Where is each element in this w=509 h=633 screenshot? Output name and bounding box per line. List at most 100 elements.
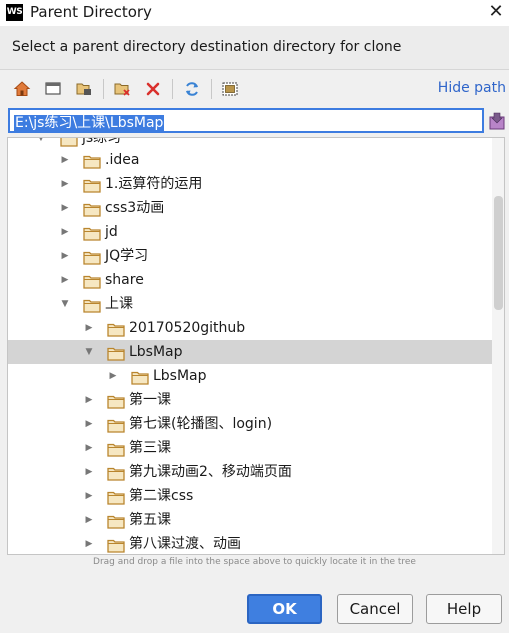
delete-button[interactable]: [142, 78, 164, 100]
collapsed-arrow-icon[interactable]: ▶: [84, 388, 94, 412]
expanded-arrow-icon[interactable]: ▼: [60, 292, 70, 316]
path-history-button[interactable]: [488, 111, 506, 131]
tree-node-label: 上课: [105, 296, 133, 312]
tree-node-label: 第三课: [129, 440, 171, 456]
tree-node[interactable]: ▶ LbsMap: [8, 364, 492, 388]
folder-icon: [107, 345, 125, 361]
folder-icon: [83, 273, 101, 289]
project-button[interactable]: [73, 78, 95, 100]
collapsed-arrow-icon[interactable]: ▶: [84, 484, 94, 508]
folder-icon: [83, 249, 101, 265]
drag-drop-hint: Drag and drop a file into the space abov…: [93, 557, 416, 567]
tree-node[interactable]: ▶ 20170520github: [8, 316, 492, 340]
tree-node-label: LbsMap: [153, 368, 207, 384]
refresh-icon: [186, 82, 198, 96]
tree-node[interactable]: ▼ LbsMap: [8, 340, 492, 364]
scrollbar-thumb[interactable]: [494, 196, 503, 310]
tree-node-label: 第九课动画2、移动端页面: [129, 464, 292, 480]
path-input[interactable]: E:\js练习\上课\LbsMap: [8, 108, 484, 133]
refresh-button[interactable]: [181, 78, 203, 100]
tree-node[interactable]: ▼ 上课: [8, 292, 492, 316]
collapsed-arrow-icon[interactable]: ▶: [84, 412, 94, 436]
dialog-description: Select a parent directory destination di…: [0, 26, 509, 70]
tree-node[interactable]: ▶ 第九课动画2、移动端页面: [8, 460, 492, 484]
tree-node-label: 第八课过渡、动画: [129, 536, 241, 552]
folder-icon: [107, 513, 125, 529]
tree-node-label: 1.运算符的运用: [105, 176, 203, 192]
description-text: Select a parent directory destination di…: [12, 39, 402, 55]
folder-icon: [107, 489, 125, 505]
folder-icon: [107, 417, 125, 433]
tree-node[interactable]: ▶ css3动画: [8, 196, 492, 220]
collapsed-arrow-icon[interactable]: ▶: [84, 460, 94, 484]
tree-node[interactable]: ▶ 第一课: [8, 388, 492, 412]
toolbar: Hide path: [0, 75, 509, 103]
folder-icon: [107, 321, 125, 337]
toolbar-separator: [211, 79, 212, 99]
directory-tree[interactable]: ▼ js练习 ▶ .idea ▶ 1.运算符的运用 ▶ css3动画 ▶ jd ▶ JQ学习 ▶ shar…: [7, 137, 505, 555]
folder-icon: [107, 537, 125, 553]
collapsed-arrow-icon[interactable]: ▶: [60, 172, 70, 196]
folder-icon: [131, 369, 149, 385]
folder-icon: [107, 441, 125, 457]
project-icon: [76, 83, 91, 95]
tree-scrollbar[interactable]: [492, 138, 504, 554]
folder-icon: [60, 138, 78, 147]
toolbar-separator: [172, 79, 173, 99]
folder-icon: [83, 177, 101, 193]
home-icon: [13, 81, 31, 96]
collapsed-arrow-icon[interactable]: ▶: [60, 244, 70, 268]
tree-node[interactable]: ▶ 1.运算符的运用: [8, 172, 492, 196]
collapsed-arrow-icon[interactable]: ▶: [84, 532, 94, 554]
tree-node[interactable]: ▶ 第五课: [8, 508, 492, 532]
tree-node[interactable]: ▶ 第二课css: [8, 484, 492, 508]
path-history-icon: [489, 112, 505, 130]
close-button[interactable]: ✕: [483, 0, 509, 26]
collapsed-arrow-icon[interactable]: ▶: [60, 220, 70, 244]
expanded-arrow-icon[interactable]: ▼: [84, 340, 94, 364]
desktop-button[interactable]: [42, 78, 64, 100]
tree-node-label: 第二课css: [129, 488, 194, 504]
tree-node[interactable]: ▶ JQ学习: [8, 244, 492, 268]
tree-node-label: LbsMap: [129, 344, 183, 360]
tree-node-label: 第七课(轮播图、login): [129, 416, 273, 432]
collapsed-arrow-icon[interactable]: ▶: [84, 508, 94, 532]
tree-node[interactable]: ▶ share: [8, 268, 492, 292]
new-folder-button[interactable]: [111, 78, 133, 100]
folder-icon: [83, 297, 101, 313]
collapsed-arrow-icon[interactable]: ▶: [108, 364, 118, 388]
collapsed-arrow-icon[interactable]: ▶: [60, 148, 70, 172]
folder-icon: [107, 393, 125, 409]
tree-node[interactable]: ▶ 第三课: [8, 436, 492, 460]
collapsed-arrow-icon[interactable]: ▶: [84, 316, 94, 340]
tree-node[interactable]: ▶ .idea: [8, 148, 492, 172]
tree-node[interactable]: ▶ 第七课(轮播图、login): [8, 412, 492, 436]
path-row: E:\js练习\上课\LbsMap: [0, 107, 509, 135]
folder-icon: [83, 153, 101, 169]
tree-node-label: 20170520github: [129, 320, 246, 336]
folder-icon: [107, 465, 125, 481]
hide-path-link[interactable]: Hide path: [438, 80, 506, 96]
tree-node-label: 第五课: [129, 512, 171, 528]
path-input-value: E:\js练习\上课\LbsMap: [14, 115, 165, 131]
show-hidden-button[interactable]: [219, 78, 241, 100]
help-button[interactable]: Help: [426, 594, 502, 624]
tree-node-label: 第一课: [129, 392, 171, 408]
desktop-icon: [45, 82, 61, 95]
folder-icon: [83, 225, 101, 241]
tree-node-label: JQ学习: [105, 248, 149, 264]
home-button[interactable]: [11, 78, 33, 100]
collapsed-arrow-icon[interactable]: ▶: [84, 436, 94, 460]
tree-node-label: jd: [105, 224, 118, 240]
window-title: Parent Directory: [30, 3, 152, 21]
collapsed-arrow-icon[interactable]: ▶: [60, 268, 70, 292]
tree-node-label: share: [105, 272, 144, 288]
tree-node-label: .idea: [105, 152, 140, 168]
collapsed-arrow-icon[interactable]: ▶: [60, 196, 70, 220]
show-hidden-icon: [222, 82, 238, 96]
cancel-button[interactable]: Cancel: [337, 594, 413, 624]
new-folder-icon: [114, 83, 130, 96]
tree-node[interactable]: ▶ 第八课过渡、动画: [8, 532, 492, 554]
tree-node[interactable]: ▶ jd: [8, 220, 492, 244]
ok-button[interactable]: OK: [247, 594, 322, 624]
